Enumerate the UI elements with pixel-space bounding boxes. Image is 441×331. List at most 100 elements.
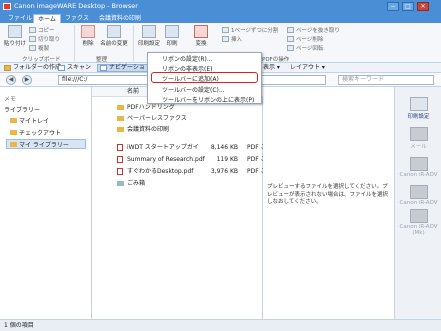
file-name: ペーパーレスファクス	[127, 115, 187, 122]
tree-item-my-library[interactable]: マイ ライブラリー	[6, 139, 86, 149]
tree-item-my-tray[interactable]: マイトレイ	[10, 116, 49, 125]
file-name: 会議資料の印刷	[127, 126, 170, 133]
convert-button[interactable]: 変換	[192, 25, 210, 47]
minimize-button[interactable]: −	[387, 2, 399, 11]
mail-panel-button[interactable]: メール	[398, 127, 439, 150]
file-row[interactable]: すぐわかるDesktop.pdf 3,976 KB PDF こ	[92, 166, 267, 177]
file-list: 名前 種類 PDFハンドリング ペーパーレスファクス 会議資料の印刷 iWDT …	[92, 87, 267, 319]
panel-label: メール	[410, 144, 427, 150]
forward-button[interactable]: ▶	[22, 75, 32, 85]
delete-button[interactable]: 削除	[78, 25, 98, 47]
cut-label: 切り取り	[38, 37, 61, 43]
file-name: すぐわかるDesktop.pdf	[127, 168, 194, 175]
cut-icon	[29, 36, 36, 42]
folder-icon	[10, 130, 17, 135]
print-settings-panel-button[interactable]: 印刷設定	[398, 97, 439, 120]
column-name[interactable]: 名前	[127, 87, 139, 97]
tree-label: マイ ライブラリー	[19, 141, 69, 149]
file-row[interactable]: ごみ箱	[92, 178, 263, 189]
rename-button[interactable]: 名前の変更	[100, 25, 128, 47]
duplicate-icon	[29, 45, 36, 51]
file-row[interactable]: 会議資料の印刷	[92, 124, 263, 135]
device-panel-button[interactable]: Canon iR-ADV (Mk)	[398, 209, 439, 236]
navigation-label: ナビゲーショ	[109, 64, 145, 71]
convert-icon	[194, 25, 208, 38]
title-bar: Canon imageWARE Desktop - Browser − □ ✕	[0, 0, 441, 13]
memo-label: メモ	[4, 96, 17, 103]
folder-icon	[10, 118, 17, 123]
printer-icon	[409, 157, 428, 171]
tree-item-checkout[interactable]: チェックアウト	[10, 128, 61, 137]
cut-button[interactable]: 切り取り	[29, 35, 60, 43]
pdf-icon	[117, 144, 123, 151]
device-panel-button[interactable]: Canon iR-ADV	[398, 157, 439, 178]
insert-icon	[222, 36, 229, 42]
print-settings-icon	[409, 97, 428, 111]
ribbon-tabs: ファイル ホーム ファクス 会議資料の印刷	[0, 13, 441, 23]
close-button[interactable]: ✕	[417, 2, 429, 11]
pdf-icon	[117, 168, 123, 175]
printer-icon	[409, 185, 428, 199]
maximize-button[interactable]: □	[402, 2, 414, 11]
trash-icon	[117, 181, 124, 186]
duplicate-button[interactable]: 複製	[29, 44, 49, 52]
window-title: Canon imageWARE Desktop - Browser	[14, 2, 138, 10]
rename-label: 名前の変更	[100, 41, 128, 47]
file-name: ごみ箱	[127, 180, 146, 187]
folder-icon	[117, 127, 124, 132]
extract-icon	[287, 27, 294, 33]
view-dropdown[interactable]: 表示 ▾	[263, 64, 280, 72]
convert-label: 変換	[195, 41, 207, 47]
scan-button[interactable]: スキャン	[58, 64, 91, 72]
extract-pages-button[interactable]: ページを抜き取り	[287, 26, 340, 34]
menu-item-toolbar-above-ribbon[interactable]: ツールバーをリボンの上に表示(P)	[162, 95, 254, 104]
file-size: 8,146 KB	[210, 144, 238, 151]
library-pane: メモ ライブラリー マイトレイ チェックアウト マイ ライブラリー	[0, 87, 92, 319]
navigation-button[interactable]: ナビゲーショ	[97, 64, 148, 72]
paste-button[interactable]: 貼り付け	[4, 25, 26, 47]
copy-button[interactable]: コピー	[29, 26, 55, 34]
print-button[interactable]: 印刷	[164, 25, 180, 47]
printer-icon	[165, 25, 179, 38]
tab-file[interactable]: ファイル	[4, 14, 36, 23]
tab-fax[interactable]: ファクス	[61, 14, 93, 23]
rename-icon	[107, 25, 121, 38]
separator	[133, 25, 134, 61]
rotate-icon	[287, 45, 294, 51]
separator	[74, 25, 75, 61]
file-size: 3,976 KB	[210, 168, 238, 175]
copy-icon	[29, 27, 36, 33]
file-row[interactable]: ペーパーレスファクス	[92, 113, 263, 124]
split-button[interactable]: 1ページずつに分割	[222, 26, 278, 34]
folder-icon	[4, 65, 11, 71]
group-organize: 整理	[96, 57, 108, 63]
status-bar: 1 個の項目	[0, 319, 441, 331]
folder-icon	[117, 105, 124, 110]
back-button[interactable]: ◀	[6, 75, 16, 85]
insert-button[interactable]: 挿入	[222, 35, 242, 43]
library-icon	[10, 141, 17, 147]
file-row[interactable]: iWDT スタートアップガイ 8,146 KB PDF こ	[92, 142, 267, 153]
file-name: Summary of Research.pdf	[127, 156, 205, 163]
new-folder-button[interactable]: フォルダーの作成	[4, 64, 61, 72]
delete-pages-button[interactable]: ページ削除	[287, 35, 323, 43]
insert-label: 挿入	[231, 37, 243, 43]
tab-meeting-print[interactable]: 会議資料の印刷	[95, 14, 145, 23]
tab-home[interactable]: ホーム	[33, 14, 61, 23]
rotate-pages-button[interactable]: ページ回転	[287, 44, 323, 52]
device-panel: 印刷設定 メール Canon iR-ADV Canon iR-ADV Canon…	[394, 87, 441, 319]
print-settings-button[interactable]: 印刷設定	[136, 25, 162, 47]
tree-label: マイトレイ	[19, 118, 50, 125]
device-panel-button[interactable]: Canon iR-ADV	[398, 185, 439, 206]
paste-label: 貼り付け	[4, 41, 27, 47]
menu-item-add-to-toolbar[interactable]: ツールバーに追加(A)	[162, 74, 219, 83]
menu-item-ribbon-settings[interactable]: リボンの設定(R)...	[162, 54, 213, 63]
menu-item-toolbar-settings[interactable]: ツールバーの設定(C)...	[162, 85, 225, 94]
panel-label: Canon iR-ADV (Mk)	[399, 224, 438, 236]
file-row[interactable]: Summary of Research.pdf 119 KB PDF こ	[92, 154, 267, 165]
layout-dropdown[interactable]: レイアウト ▾	[290, 64, 325, 72]
new-folder-label: フォルダーの作成	[13, 64, 62, 71]
scan-icon	[58, 65, 65, 71]
delete-pages-icon	[287, 36, 294, 42]
search-input[interactable]: 検索キーワード	[338, 75, 434, 85]
